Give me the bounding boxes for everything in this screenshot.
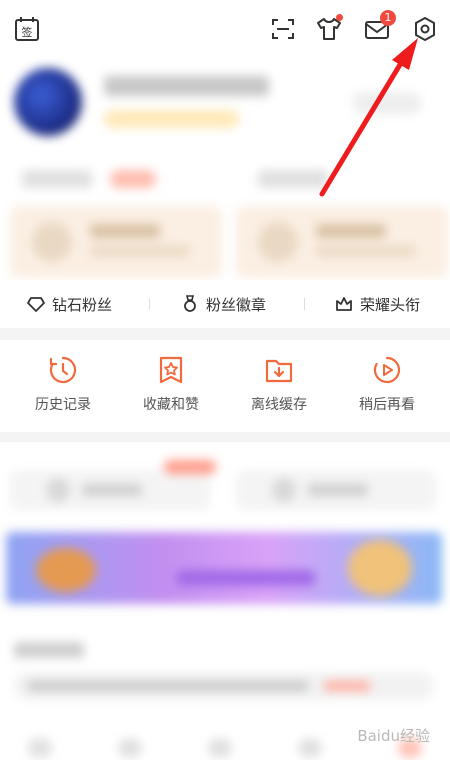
diamond-fans-item[interactable]: 钻石粉丝 xyxy=(26,292,112,316)
stat-badge-placeholder xyxy=(110,170,156,188)
avatar[interactable] xyxy=(14,68,82,136)
section-title-placeholder xyxy=(14,642,84,658)
offline-cache-label: 离线缓存 xyxy=(251,397,307,413)
honor-title-item[interactable]: 荣耀头衔 xyxy=(334,292,420,316)
favorite-icon xyxy=(159,356,183,384)
top-bar: 签 1 xyxy=(0,0,450,60)
calendar-sign-icon[interactable]: 签 xyxy=(12,14,42,44)
feature-pill[interactable] xyxy=(236,470,436,510)
tshirt-dot-badge xyxy=(336,14,343,21)
hot-tag xyxy=(164,460,216,474)
badge-icon xyxy=(184,295,196,312)
favorites-label: 收藏和赞 xyxy=(143,397,199,413)
sign-label: 签 xyxy=(22,25,33,39)
list-item[interactable] xyxy=(14,672,434,700)
mail-badge: 1 xyxy=(380,10,396,26)
promo-banner[interactable] xyxy=(6,532,442,604)
profile-section xyxy=(0,60,450,290)
history-label: 历史记录 xyxy=(35,397,91,413)
fans-row: 钻石粉丝 粉丝徽章 荣耀头衔 xyxy=(0,280,450,328)
offline-cache-icon xyxy=(265,359,293,383)
mail-icon[interactable]: 1 xyxy=(362,10,396,44)
vip-card[interactable] xyxy=(236,206,448,278)
fan-badge-item[interactable]: 粉丝徽章 xyxy=(180,292,266,316)
watermark: Baidu经验 xyxy=(357,727,430,745)
profile-link-placeholder[interactable] xyxy=(352,92,422,114)
stat-placeholder xyxy=(258,170,328,188)
tshirt-icon[interactable] xyxy=(314,14,344,44)
offline-cache-item[interactable]: 离线缓存 xyxy=(229,354,329,414)
watch-later-icon xyxy=(373,356,401,384)
level-tag-placeholder xyxy=(104,110,239,128)
history-item[interactable]: 历史记录 xyxy=(13,354,113,414)
lower-section: Baidu经验 xyxy=(0,442,450,760)
username-placeholder xyxy=(104,76,269,96)
fan-badge-label: 粉丝徽章 xyxy=(206,295,267,314)
settings-icon[interactable] xyxy=(410,14,440,44)
history-icon xyxy=(49,356,77,384)
diamond-fans-label: 钻石粉丝 xyxy=(52,295,113,314)
stat-placeholder xyxy=(22,170,92,188)
divider xyxy=(304,298,305,310)
honor-title-label: 荣耀头衔 xyxy=(360,295,421,314)
divider xyxy=(149,298,150,310)
watch-later-item[interactable]: 稍后再看 xyxy=(337,354,437,414)
crown-icon xyxy=(336,297,352,311)
scan-icon[interactable] xyxy=(268,14,298,44)
diamond-icon xyxy=(27,297,45,312)
tools-grid: 历史记录 收藏和赞 离线缓存 稍后再看 xyxy=(0,340,450,432)
feature-pill[interactable] xyxy=(10,470,210,510)
watch-later-label: 稍后再看 xyxy=(359,397,415,413)
vip-card[interactable] xyxy=(10,206,222,278)
favorites-item[interactable]: 收藏和赞 xyxy=(121,354,221,414)
